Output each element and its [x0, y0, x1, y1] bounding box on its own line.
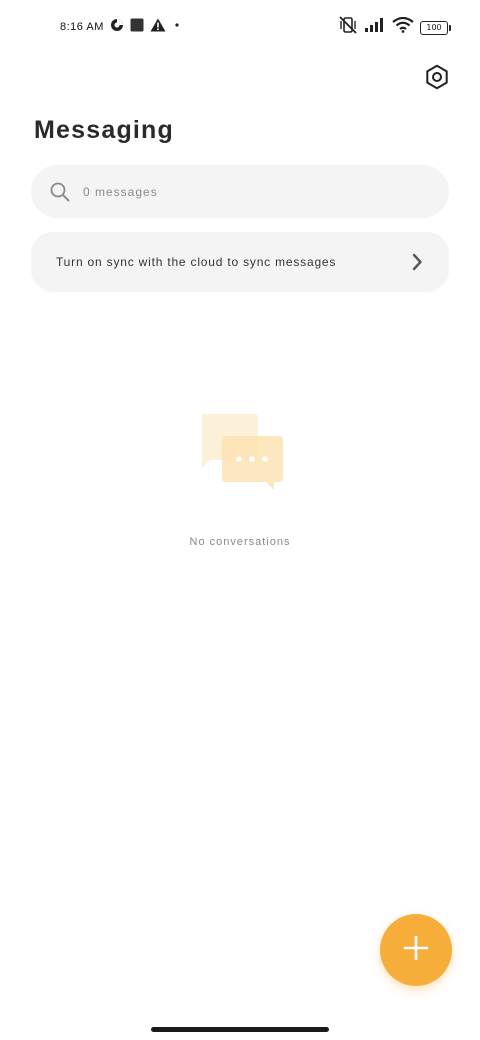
plus-icon: [402, 934, 430, 967]
dot-icon: [172, 20, 182, 33]
alert-triangle-icon: [150, 18, 166, 35]
data-saver-icon: [110, 18, 124, 35]
empty-state-message: No conversations: [189, 536, 291, 548]
search-placeholder: 0 messages: [83, 184, 158, 199]
status-left: 8:16 AM: [60, 18, 182, 35]
sync-banner[interactable]: Turn on sync with the cloud to sync mess…: [31, 232, 449, 292]
vibrate-off-icon: [338, 16, 358, 39]
battery-icon: 100: [420, 20, 451, 35]
home-indicator[interactable]: [151, 1027, 329, 1032]
signal-icon: [364, 17, 386, 38]
page-title: Messaging: [34, 116, 174, 144]
new-conversation-button[interactable]: [380, 914, 452, 986]
status-time: 8:16 AM: [60, 20, 104, 33]
settings-hexagon-icon: [424, 64, 450, 95]
sync-banner-label: Turn on sync with the cloud to sync mess…: [56, 255, 337, 269]
settings-button[interactable]: [422, 64, 452, 94]
search-icon: [49, 181, 71, 203]
wifi-icon: [392, 16, 414, 38]
stop-square-icon: [130, 18, 144, 35]
chevron-right-icon: [409, 252, 425, 272]
chat-bubbles-icon: [196, 412, 286, 492]
status-bar: 8:16 AM 100: [0, 0, 480, 56]
status-right: 100: [338, 16, 451, 39]
search-bar[interactable]: 0 messages: [31, 165, 449, 218]
